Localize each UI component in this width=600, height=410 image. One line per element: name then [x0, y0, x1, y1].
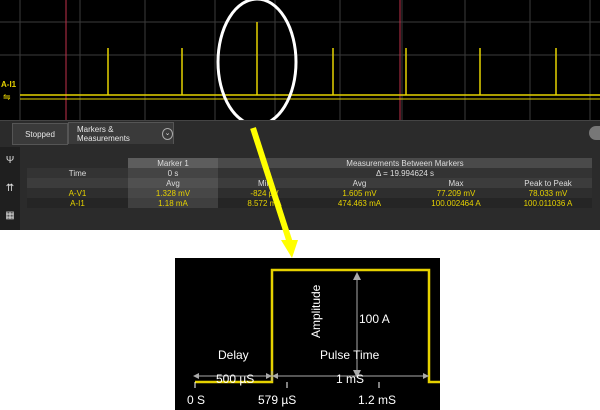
delay-label: Delay [218, 348, 249, 362]
delay-value: 500 µS [216, 372, 255, 386]
pulse-time-value: 1 mS [336, 372, 365, 386]
tick-label-579: 579 µS [258, 393, 297, 407]
pulse-time-label: Pulse Time [320, 348, 380, 362]
tick-label-1-2: 1.2 mS [358, 393, 397, 407]
amplitude-label: Amplitude [309, 284, 323, 338]
tick-label-0: 0 S [187, 393, 206, 407]
pulse-detail-panel: Amplitude 100 A Delay Pulse Time 500 µS … [175, 258, 440, 410]
amplitude-value: 100 A [359, 312, 390, 326]
pulse-diagram [193, 268, 440, 388]
